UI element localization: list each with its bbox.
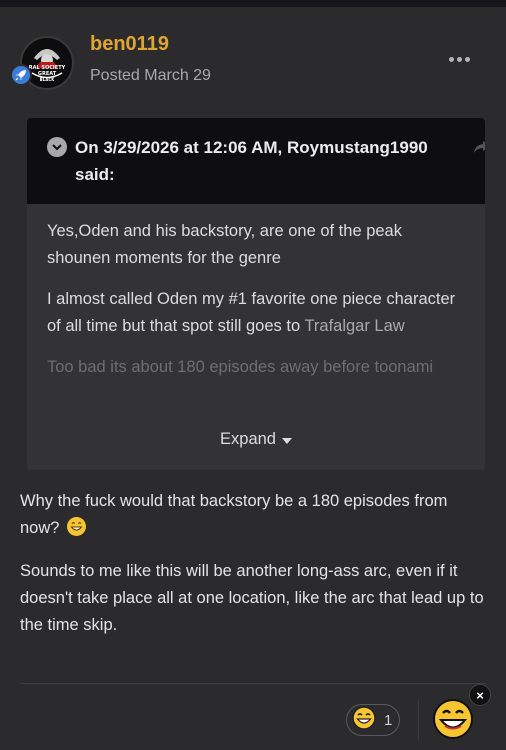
- rocket-icon: [10, 64, 32, 86]
- dot: [448, 56, 454, 62]
- avatar[interactable]: RAL SOCIETY GREAT BLACK: [10, 36, 74, 90]
- chevron-down-circle-icon[interactable]: [47, 137, 67, 157]
- share-arrow-icon[interactable]: [473, 140, 485, 159]
- divider: [418, 700, 419, 740]
- react-button[interactable]: [432, 698, 474, 745]
- post-paragraph: Why the fuck would that backstory be a 1…: [20, 488, 486, 542]
- dot: [464, 56, 470, 62]
- top-bar: [0, 0, 506, 7]
- quote-attribution[interactable]: On 3/29/2026 at 12:06 AM, Roymustang1990…: [47, 134, 447, 188]
- caret-down-icon: [281, 430, 292, 449]
- ellipsis-icon[interactable]: [446, 52, 472, 66]
- quote-block: On 3/29/2026 at 12:06 AM, Roymustang1990…: [27, 118, 485, 470]
- quote-header: On 3/29/2026 at 12:06 AM, Roymustang1990…: [27, 118, 485, 204]
- quote-paragraph: I almost called Oden my #1 favorite one …: [47, 286, 465, 340]
- post-paragraph: Sounds to me like this will be another l…: [20, 562, 484, 634]
- dot: [456, 56, 462, 62]
- reaction-count: 1: [384, 711, 393, 729]
- quote-body: Yes,Oden and his backstory, are one of t…: [27, 204, 485, 414]
- expand-label: Expand: [220, 430, 276, 448]
- fade-overlay: [27, 374, 485, 414]
- grin-emoji-icon: [352, 705, 376, 735]
- grin-emoji-icon: [67, 517, 87, 536]
- close-icon[interactable]: ×: [469, 684, 491, 706]
- divider: [20, 683, 486, 684]
- author-username[interactable]: ben0119: [90, 33, 169, 56]
- expand-button[interactable]: Expand: [27, 430, 485, 449]
- post-content: Why the fuck would that backstory be a 1…: [20, 488, 486, 655]
- quote-paragraph: Yes,Oden and his backstory, are one of t…: [47, 222, 402, 267]
- post-date[interactable]: Posted March 29: [90, 67, 211, 85]
- reaction-summary[interactable]: 1: [346, 704, 400, 736]
- grin-emoji-icon: [433, 699, 473, 739]
- quote-link[interactable]: Trafalgar Law: [304, 317, 404, 335]
